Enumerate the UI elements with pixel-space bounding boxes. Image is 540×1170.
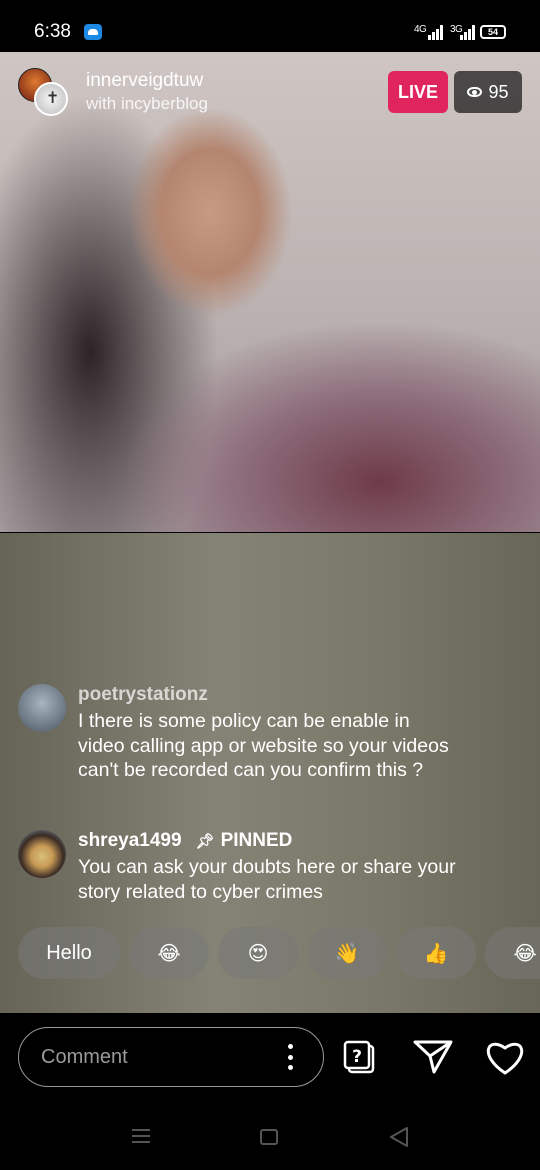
- viewer-count: 95: [488, 81, 509, 102]
- status-bar: 6:38 4G 3G 54: [0, 0, 540, 52]
- quick-reaction-laugh[interactable]: 😂: [129, 927, 209, 979]
- network-4g-label: 4G: [414, 24, 427, 35]
- quick-reply-hello[interactable]: Hello: [18, 927, 120, 979]
- battery-icon: 54: [480, 25, 506, 39]
- pin-icon: 📌︎: [195, 833, 215, 850]
- status-time: 6:38: [34, 21, 71, 42]
- commenter-avatar[interactable]: [18, 684, 66, 732]
- signal-bars-icon-2: [460, 24, 476, 40]
- signal-bars-icon: [428, 24, 444, 40]
- comment-username[interactable]: poetrystationz: [78, 684, 208, 706]
- comment-input-box[interactable]: [18, 1027, 324, 1087]
- comment-header: shreya1499 📌︎ PINNED: [78, 830, 292, 852]
- more-options-icon[interactable]: [287, 1044, 293, 1070]
- comment-input[interactable]: [41, 1042, 261, 1072]
- commenter-avatar[interactable]: [18, 830, 66, 878]
- live-badge: LIVE: [388, 71, 448, 113]
- pinned-label-wrap: 📌︎ PINNED: [196, 830, 293, 852]
- cloud-app-icon: [84, 24, 102, 40]
- host-username[interactable]: innerveigdtuw: [86, 70, 203, 92]
- pinned-label: PINNED: [220, 830, 293, 851]
- quick-reaction-wave[interactable]: 👋: [307, 927, 387, 979]
- back-icon[interactable]: [388, 1126, 410, 1148]
- quick-reaction-laugh-2[interactable]: 😂: [485, 927, 540, 979]
- heart-icon[interactable]: [484, 1038, 526, 1076]
- send-icon[interactable]: [412, 1038, 454, 1076]
- host-avatar-icon[interactable]: [18, 68, 70, 120]
- host-avatar-secondary: [34, 82, 68, 116]
- viewer-count-badge[interactable]: 95: [454, 71, 522, 113]
- question-icon[interactable]: ?: [343, 1040, 375, 1074]
- with-guest-label[interactable]: with incyberblog: [86, 94, 208, 114]
- comment-text: I there is some policy can be enable in …: [78, 710, 449, 781]
- comment-text: You can ask your doubts here or share yo…: [78, 856, 456, 903]
- quick-reaction-thumbs-up[interactable]: 👍: [396, 927, 476, 979]
- quick-reaction-heart-eyes[interactable]: 😍: [218, 927, 298, 979]
- svg-text:?: ?: [352, 1047, 362, 1067]
- menu-icon[interactable]: [131, 1128, 151, 1144]
- home-icon[interactable]: [260, 1129, 278, 1145]
- eye-icon: [467, 87, 483, 97]
- host-video[interactable]: [0, 52, 540, 532]
- comment-username[interactable]: shreya1499: [78, 830, 182, 851]
